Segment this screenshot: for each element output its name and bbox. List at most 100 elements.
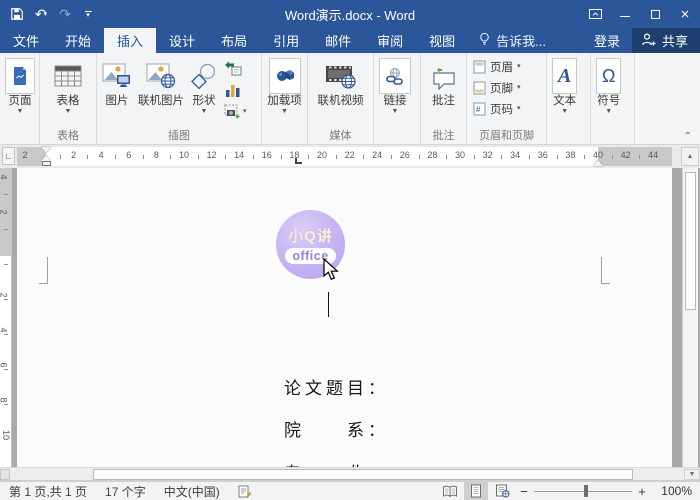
- online-pictures-icon: [146, 58, 176, 94]
- ribbon-display-options-icon[interactable]: [580, 0, 610, 28]
- chevron-down-icon: ▼: [16, 108, 24, 115]
- status-bar: 第 1 页,共 1 页 17 个字 中文(中国) − + 100%: [0, 481, 700, 500]
- maximize-button[interactable]: [640, 0, 670, 28]
- comment-button[interactable]: 批注: [427, 56, 461, 110]
- ribbon-group-pages: 页面 ▼: [0, 53, 40, 144]
- chevron-down-icon: ▼: [281, 108, 288, 115]
- document-page[interactable]: 小Q讲 office 论文题目： 院 系： 专 业：: [17, 168, 672, 467]
- redo-button[interactable]: ↷: [54, 4, 76, 24]
- horizontal-ruler[interactable]: 2 2 4 6 8 10 12 14 16 18 20 22 24 26 28 30 32 34 36 38 40 42 4…: [17, 147, 672, 166]
- zoom-in-button[interactable]: +: [634, 484, 650, 499]
- undo-button[interactable]: ↶ ▾: [30, 4, 52, 24]
- doc-line-thesis-title[interactable]: 论文题目：: [284, 374, 389, 399]
- horizontal-scrollbar[interactable]: ▼: [0, 467, 700, 481]
- vertical-scrollbar-thumb[interactable]: [685, 172, 696, 310]
- quick-access-toolbar: ↶ ▾ ↷ ▾: [0, 4, 96, 24]
- chevron-down-icon: ▾: [517, 84, 521, 91]
- minimize-button[interactable]: [610, 0, 640, 28]
- addins-button[interactable]: 加载项 ▼: [264, 56, 305, 118]
- ribbon-tabs: 文件 开始 插入 设计 布局 引用 邮件 审阅 视图 告诉我... 登录 共享: [0, 28, 700, 53]
- print-layout-button[interactable]: [464, 482, 488, 500]
- customize-quick-access-icon[interactable]: ▾: [80, 10, 96, 19]
- omega-icon: Ω: [596, 58, 622, 94]
- screenshot-icon[interactable]: ▾: [224, 103, 247, 120]
- lightbulb-icon: [478, 32, 491, 50]
- chevron-down-icon: ▾: [243, 107, 247, 115]
- margin-corner-mark-left: [39, 257, 48, 284]
- tab-mailings[interactable]: 邮件: [312, 28, 364, 53]
- symbols-button[interactable]: Ω 符号 ▼: [593, 56, 624, 118]
- tab-view[interactable]: 视图: [416, 28, 468, 53]
- shapes-icon: [190, 58, 218, 94]
- tab-design[interactable]: 设计: [156, 28, 208, 53]
- first-line-indent-marker[interactable]: [41, 147, 51, 153]
- picture-icon: [102, 58, 132, 94]
- chart-icon[interactable]: [224, 81, 247, 98]
- doc-line-major-partial[interactable]: 专 业：: [284, 459, 389, 467]
- word-window: ↶ ▾ ↷ ▾ Word演示.docx - Word × 文件 开始 插入 设计 布局 引用…: [0, 0, 700, 500]
- share-button[interactable]: 共享: [631, 28, 700, 53]
- footer-button[interactable]: 页脚 ▾: [473, 79, 521, 97]
- link-icon: [379, 58, 411, 94]
- collapse-ribbon-icon[interactable]: ⌃: [684, 131, 692, 142]
- tab-review[interactable]: 审阅: [364, 28, 416, 53]
- left-indent-marker[interactable]: [41, 161, 51, 166]
- group-label-comments: 批注: [432, 130, 455, 142]
- proofing-status-icon[interactable]: [229, 482, 261, 500]
- web-layout-button[interactable]: [490, 482, 514, 500]
- ribbon: 页面 ▼ 表格 ▼ 表格 图片 联机图片 形状 ▼ ▾ 插图 加载项 ▼ 联机视…: [0, 53, 700, 145]
- table-button[interactable]: 表格 ▼: [50, 56, 86, 118]
- ribbon-group-symbols: Ω 符号 ▼: [591, 53, 635, 144]
- document-area: 42246810 小Q讲 office 论文题目： 院 系： 专 业：: [0, 168, 700, 467]
- shapes-button[interactable]: 形状 ▼: [187, 56, 221, 118]
- chevron-down-icon: ▾: [517, 105, 521, 112]
- right-indent-marker[interactable]: [593, 160, 603, 166]
- tab-references[interactable]: 引用: [260, 28, 312, 53]
- online-video-icon: [325, 58, 357, 94]
- zoom-slider-thumb[interactable]: [584, 485, 588, 497]
- zoom-slider[interactable]: [534, 482, 632, 500]
- vertical-ruler[interactable]: 42246810: [0, 168, 12, 467]
- read-mode-button[interactable]: [438, 482, 462, 500]
- scroll-down-button[interactable]: ▼: [684, 469, 700, 480]
- chevron-down-icon: ▼: [200, 108, 208, 115]
- zoom-level[interactable]: 100%: [652, 484, 692, 498]
- ribbon-group-text: A 文本 ▼: [547, 53, 591, 144]
- horizontal-scrollbar-thumb[interactable]: [93, 469, 633, 480]
- tab-selector[interactable]: ∟: [2, 147, 15, 165]
- pages-icon: [5, 58, 35, 94]
- vertical-scrollbar[interactable]: [682, 168, 698, 467]
- group-label-header-footer: 页眉和页脚: [479, 130, 534, 142]
- ribbon-group-tables: 表格 ▼ 表格: [40, 53, 97, 144]
- tell-me-box[interactable]: 告诉我...: [468, 28, 556, 53]
- zoom-out-button[interactable]: −: [516, 484, 532, 499]
- close-button[interactable]: ×: [670, 0, 700, 28]
- text-button[interactable]: A 文本 ▼: [549, 56, 580, 118]
- tab-home[interactable]: 开始: [52, 28, 104, 53]
- language-indicator[interactable]: 中文(中国): [155, 482, 229, 500]
- doc-line-department[interactable]: 院 系：: [284, 416, 389, 441]
- page-number-icon: #: [473, 102, 486, 116]
- links-button[interactable]: 链接 ▼: [376, 56, 414, 118]
- pages-button[interactable]: 页面 ▼: [2, 56, 38, 118]
- picture-button[interactable]: 图片: [99, 56, 135, 110]
- scroll-up-button[interactable]: ▲: [681, 147, 699, 166]
- word-count[interactable]: 17 个字: [96, 482, 155, 500]
- chevron-down-icon: ▼: [64, 108, 72, 115]
- illustrations-small-buttons: ▾: [221, 56, 250, 123]
- chevron-down-icon: ▼: [561, 108, 569, 115]
- save-icon[interactable]: [6, 4, 28, 24]
- ribbon-group-links: 链接 ▼: [374, 53, 421, 144]
- header-button[interactable]: 页眉 ▾: [473, 58, 521, 76]
- smartart-icon[interactable]: [224, 59, 247, 76]
- tab-layout[interactable]: 布局: [208, 28, 260, 53]
- tab-stop-marker[interactable]: [295, 158, 302, 164]
- ribbon-group-media: 联机视频 媒体: [308, 53, 374, 144]
- page-indicator[interactable]: 第 1 页,共 1 页: [0, 482, 96, 500]
- online-video-button[interactable]: 联机视频: [315, 56, 367, 110]
- tab-insert[interactable]: 插入: [104, 28, 157, 53]
- page-number-button[interactable]: # 页码 ▾: [473, 100, 521, 118]
- sign-in-button[interactable]: 登录: [582, 28, 632, 53]
- online-pictures-button[interactable]: 联机图片: [135, 56, 187, 110]
- tab-file[interactable]: 文件: [0, 28, 52, 53]
